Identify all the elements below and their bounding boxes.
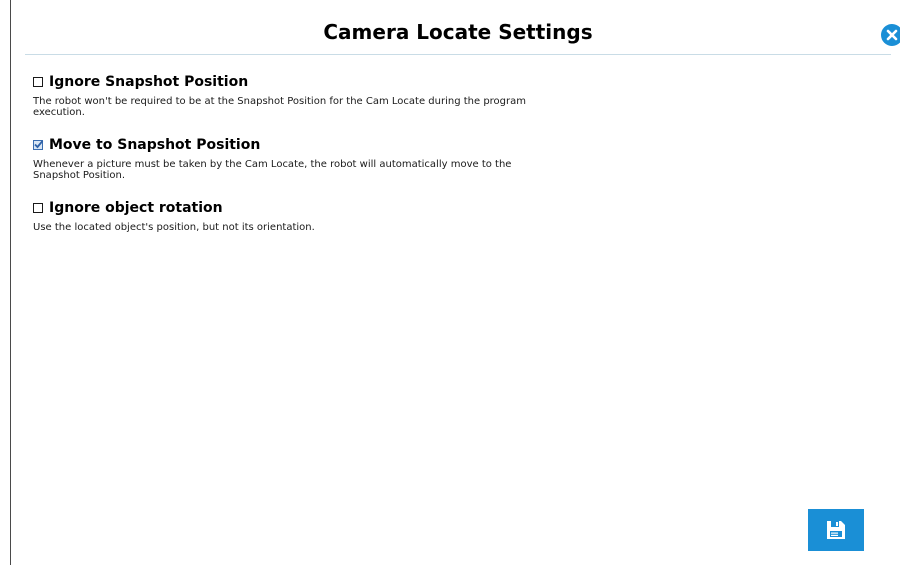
options-list: Ignore Snapshot Position The robot won't…: [33, 72, 553, 250]
option-description: Whenever a picture must be taken by the …: [33, 159, 512, 181]
option-label: Ignore object rotation: [49, 200, 223, 216]
checkmark-icon: [34, 140, 44, 149]
checkbox-ignore-object-rotation[interactable]: [33, 203, 43, 213]
checkbox-move-to-snapshot-position[interactable]: [33, 140, 44, 150]
camera-locate-settings-dialog: Camera Locate Settings Ignore Snapshot P…: [10, 0, 900, 565]
save-button[interactable]: [808, 509, 864, 551]
option-toggle[interactable]: Ignore Snapshot Position: [33, 72, 553, 92]
option-label: Move to Snapshot Position: [49, 137, 261, 153]
option-toggle[interactable]: Ignore object rotation: [33, 198, 553, 218]
dialog-title: Camera Locate Settings: [323, 20, 593, 44]
option-ignore-snapshot-position: Ignore Snapshot Position The robot won't…: [33, 72, 553, 118]
option-ignore-object-rotation: Ignore object rotation Use the located o…: [33, 198, 553, 233]
close-button[interactable]: [881, 24, 900, 46]
dialog-header: Camera Locate Settings: [25, 0, 900, 55]
option-move-to-snapshot-position: Move to Snapshot Position Whenever a pic…: [33, 135, 553, 181]
checkbox-ignore-snapshot-position[interactable]: [33, 77, 43, 87]
save-icon: [827, 521, 845, 539]
option-description: Use the located object's position, but n…: [33, 222, 315, 233]
close-icon: [886, 29, 898, 41]
option-label: Ignore Snapshot Position: [49, 74, 249, 90]
option-description: The robot won't be required to be at the…: [33, 96, 527, 118]
option-toggle[interactable]: Move to Snapshot Position: [33, 135, 553, 155]
